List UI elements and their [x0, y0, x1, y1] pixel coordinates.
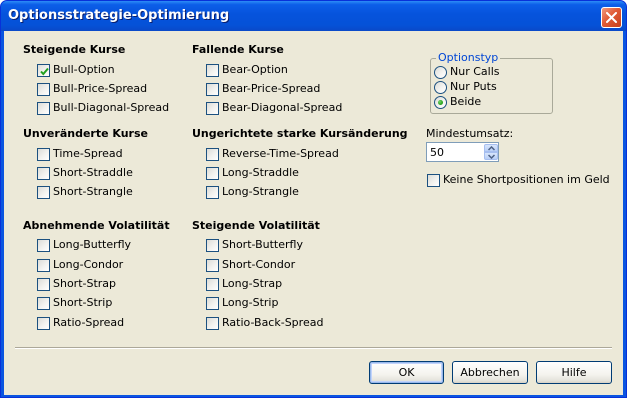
radio-circle[interactable]	[434, 96, 447, 109]
checkbox-label: Long-Strip	[222, 296, 279, 309]
checkbox-label: Reverse-Time-Spread	[222, 147, 339, 160]
min-turnover-value[interactable]: 50	[430, 146, 444, 159]
checkbox-box[interactable]	[37, 186, 50, 199]
checkbox-box[interactable]	[37, 167, 50, 180]
radio-circle[interactable]	[434, 66, 447, 79]
dialog-body: Steigende Kurse Bull-Option Bull-Price-S…	[4, 31, 623, 395]
checkbox-box[interactable]	[37, 148, 50, 161]
close-button[interactable]	[601, 7, 622, 28]
checkbox-box[interactable]	[37, 297, 50, 310]
section-title-ungerichtete-kursaenderung: Ungerichtete starke Kursänderung	[192, 127, 408, 140]
section-title-steigende-kurse: Steigende Kurse	[23, 43, 126, 56]
cancel-button[interactable]: Abbrechen	[452, 361, 528, 384]
checkbox-box[interactable]	[37, 83, 50, 96]
checkbox-label: Short-Butterfly	[222, 238, 303, 251]
checkbox-label: Short-Strap	[53, 277, 117, 290]
checkbox-box[interactable]	[37, 239, 50, 252]
arrow-up-icon	[488, 146, 495, 151]
checkbox-box[interactable]	[37, 259, 50, 272]
radio-label: Nur Calls	[450, 65, 500, 78]
radio-selected-dot	[438, 100, 443, 105]
checkbox-box[interactable]	[206, 259, 219, 272]
checkbox-label: Ratio-Spread	[53, 316, 125, 329]
section-title-fallende-kurse: Fallende Kurse	[192, 43, 284, 56]
checkbox-box[interactable]	[206, 102, 219, 115]
checkbox-box[interactable]	[206, 83, 219, 96]
option-type-legend: Optionstyp	[436, 51, 501, 64]
checkbox-box[interactable]	[206, 239, 219, 252]
radio-circle[interactable]	[434, 81, 447, 94]
section-title-abnehmende-volatilitaet: Abnehmende Volatilität	[23, 219, 170, 232]
checkbox-box[interactable]	[37, 102, 50, 115]
checkbox-label: Short-Strangle	[53, 185, 133, 198]
checkbox-label: Long-Straddle	[222, 166, 299, 179]
checkbox-label: Short-Straddle	[53, 166, 133, 179]
checkbox-label: Time-Spread	[53, 147, 123, 160]
checkbox-box[interactable]	[206, 148, 219, 161]
radio-label: Beide	[450, 95, 482, 108]
checkbox-box[interactable]	[206, 297, 219, 310]
checkbox-label: Keine Shortpositionen im Geld	[443, 173, 610, 186]
checkbox-box[interactable]	[37, 64, 50, 77]
close-icon	[606, 12, 617, 23]
title-bar[interactable]: Optionsstrategie-Optimierung	[1, 1, 626, 31]
checkbox-box[interactable]	[206, 167, 219, 180]
section-title-steigende-volatilitaet: Steigende Volatilität	[192, 219, 320, 232]
checkbox-box[interactable]	[37, 317, 50, 330]
window-title: Optionsstrategie-Optimierung	[8, 8, 230, 23]
arrow-down-icon	[488, 154, 495, 159]
button-separator	[15, 347, 612, 349]
checkbox-label: Bear-Price-Spread	[222, 82, 321, 95]
dialog-window: Optionsstrategie-Optimierung Steigende K…	[0, 0, 627, 398]
checkbox-box[interactable]	[427, 174, 440, 187]
checkbox-label: Bull-Option	[53, 63, 115, 76]
spin-buttons	[484, 144, 498, 160]
checkbox-label: Long-Strap	[222, 277, 283, 290]
checkbox-label: Bear-Diagonal-Spread	[222, 101, 343, 114]
checkbox-box[interactable]	[206, 317, 219, 330]
checkbox-label: Bear-Option	[222, 63, 288, 76]
help-button[interactable]: Hilfe	[536, 361, 612, 384]
ok-button[interactable]: OK	[369, 361, 444, 384]
checkbox-label: Long-Strangle	[222, 185, 299, 198]
checkbox-label: Ratio-Back-Spread	[222, 316, 324, 329]
min-turnover-label: Mindestumsatz:	[426, 127, 514, 140]
checkbox-label: Short-Condor	[222, 258, 296, 271]
radio-label: Nur Puts	[450, 80, 497, 93]
section-title-unveraenderte-kurse: Unveränderte Kurse	[23, 127, 148, 140]
checkbox-box[interactable]	[206, 64, 219, 77]
checkbox-label: Long-Condor	[53, 258, 124, 271]
checkmark-icon	[40, 67, 49, 76]
min-turnover-spinbox[interactable]: 50	[426, 142, 499, 162]
checkbox-label: Short-Strip	[53, 296, 113, 309]
spin-up-button[interactable]	[484, 144, 498, 152]
checkbox-box[interactable]	[206, 186, 219, 199]
checkbox-label: Bull-Diagonal-Spread	[53, 101, 170, 114]
checkbox-box[interactable]	[37, 278, 50, 291]
checkbox-label: Long-Butterfly	[53, 238, 132, 251]
checkbox-label: Bull-Price-Spread	[53, 82, 148, 95]
checkbox-box[interactable]	[206, 278, 219, 291]
spin-down-button[interactable]	[484, 152, 498, 160]
